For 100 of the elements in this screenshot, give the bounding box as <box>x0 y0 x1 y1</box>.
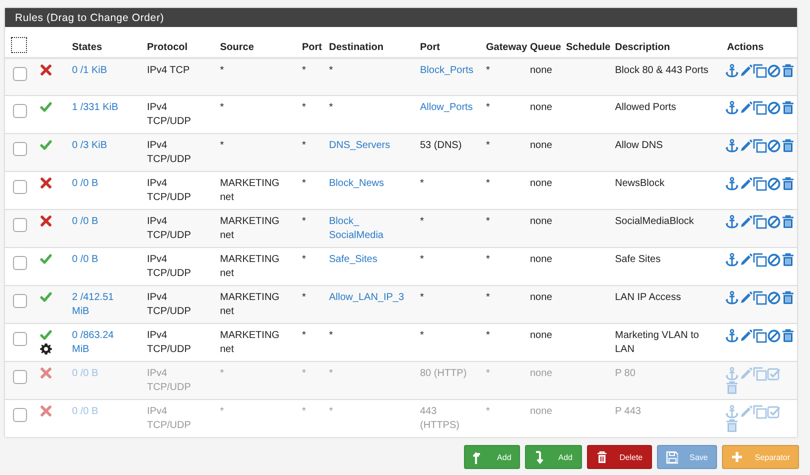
table-cell-text: * <box>220 405 225 419</box>
pencil-icon[interactable] <box>739 291 753 305</box>
ban-icon[interactable] <box>767 329 781 343</box>
copy-icon[interactable] <box>753 329 767 343</box>
copy-icon[interactable] <box>753 101 767 115</box>
column-header: Gateway <box>486 42 528 53</box>
ban-icon[interactable] <box>767 64 781 78</box>
table-cell-text: P 80 <box>615 367 636 381</box>
ban-icon[interactable] <box>767 101 781 115</box>
column-header: States <box>72 42 102 53</box>
ban-icon[interactable] <box>767 177 781 191</box>
alias-link[interactable]: Block_News <box>329 177 408 191</box>
alias-link[interactable]: Allow_Ports <box>420 101 476 115</box>
table-cell-text: NewsBlock <box>615 177 666 191</box>
row-checkbox[interactable] <box>13 180 27 194</box>
row-checkbox[interactable] <box>13 142 27 156</box>
trash-icon[interactable] <box>781 329 795 343</box>
table-cell: * <box>302 406 306 417</box>
column-header: Queue <box>530 42 562 53</box>
pencil-icon[interactable] <box>739 177 753 191</box>
table-cell: * <box>302 254 306 265</box>
anchor-icon[interactable] <box>725 329 739 343</box>
table-cell: none <box>530 292 552 303</box>
states-link[interactable]: 1 /331 KiB <box>72 101 125 115</box>
table-cell: * <box>302 292 306 303</box>
anchor-icon[interactable] <box>725 139 739 153</box>
anchor-icon[interactable] <box>725 253 739 267</box>
copy-icon[interactable] <box>753 291 767 305</box>
pencil-icon[interactable] <box>739 64 753 78</box>
toolbar-button[interactable]: Delete <box>586 445 652 469</box>
trash-icon[interactable] <box>781 101 795 115</box>
table-cell: * <box>302 102 306 113</box>
copy-icon[interactable] <box>753 139 767 153</box>
copy-icon[interactable] <box>753 177 767 191</box>
trash-icon[interactable] <box>781 253 795 267</box>
row-checkbox[interactable] <box>13 256 27 270</box>
trash-icon[interactable] <box>781 177 795 191</box>
row-checkbox[interactable] <box>13 294 27 308</box>
column-header: Destination <box>329 42 384 53</box>
alias-link[interactable]: Safe_Sites <box>329 253 408 267</box>
table-cell-text: * <box>220 101 225 115</box>
table-cell: none <box>530 406 552 417</box>
table-cell-text: IPv4 TCP/UDP <box>147 291 192 319</box>
anchor-icon[interactable] <box>725 177 739 191</box>
select-all-checkbox[interactable] <box>11 37 27 53</box>
trash-icon[interactable] <box>781 139 795 153</box>
panel-title: Rules (Drag to Change Order) <box>15 12 164 24</box>
table-cell-text: * <box>420 291 425 305</box>
pencil-icon[interactable] <box>739 139 753 153</box>
ban-icon[interactable] <box>767 215 781 229</box>
row-checkbox[interactable] <box>13 218 27 232</box>
row-checkbox[interactable] <box>13 332 27 346</box>
row-checkbox[interactable] <box>13 104 27 118</box>
copy-icon[interactable] <box>753 253 767 267</box>
table-cell: * <box>302 140 306 151</box>
table-cell: none <box>530 65 552 76</box>
anchor-icon[interactable] <box>725 291 739 305</box>
anchor-icon[interactable] <box>725 64 739 78</box>
table-cell-text: * <box>329 405 334 419</box>
anchor-icon[interactable] <box>725 101 739 115</box>
table-cell: * <box>486 102 490 113</box>
table-cell: * <box>302 216 306 227</box>
ban-icon[interactable] <box>767 291 781 305</box>
toolbar-button[interactable]: Save <box>656 445 717 469</box>
toolbar-button[interactable]: Add <box>525 445 582 469</box>
table-cell-text: IPv4 TCP/UDP <box>147 329 192 357</box>
table-cell-text: IPv4 TCP/UDP <box>147 139 192 167</box>
states-link[interactable]: 0 /0 B <box>72 177 125 191</box>
pencil-icon[interactable] <box>739 329 753 343</box>
states-link[interactable]: 0 /0 B <box>72 253 125 267</box>
trash-icon[interactable] <box>781 64 795 78</box>
toolbar-button[interactable]: Add <box>464 445 520 469</box>
table-cell: none <box>530 102 552 113</box>
pencil-icon[interactable] <box>739 215 753 229</box>
copy-icon[interactable] <box>753 215 767 229</box>
table-cell: * <box>302 178 306 189</box>
table-cell: * <box>486 216 490 227</box>
table-cell-text: * <box>329 367 334 381</box>
table-cell-text: * <box>420 253 425 267</box>
row-checkbox[interactable] <box>13 67 27 81</box>
pencil-icon[interactable] <box>739 253 753 267</box>
plus-icon <box>730 450 743 464</box>
table-cell: * <box>486 292 490 303</box>
column-header: Description <box>615 42 670 53</box>
ban-icon[interactable] <box>767 139 781 153</box>
table-cell-text: * <box>329 329 334 343</box>
copy-icon[interactable] <box>753 64 767 78</box>
table-cell-text: * <box>220 367 225 381</box>
table-cell: * <box>486 140 490 151</box>
table-cell: * <box>302 65 306 76</box>
table-cell: * <box>486 368 490 379</box>
pencil-icon[interactable] <box>739 101 753 115</box>
trash-icon[interactable] <box>781 291 795 305</box>
anchor-icon[interactable] <box>725 215 739 229</box>
table-cell-text: IPv4 TCP/UDP <box>147 253 192 281</box>
column-header: Protocol <box>147 42 188 53</box>
table-cell-text: IPv4 TCP/UDP <box>147 215 192 243</box>
ban-icon[interactable] <box>767 253 781 267</box>
states-link[interactable]: 0 /863.24 MiB <box>72 329 125 357</box>
trash-icon[interactable] <box>781 215 795 229</box>
